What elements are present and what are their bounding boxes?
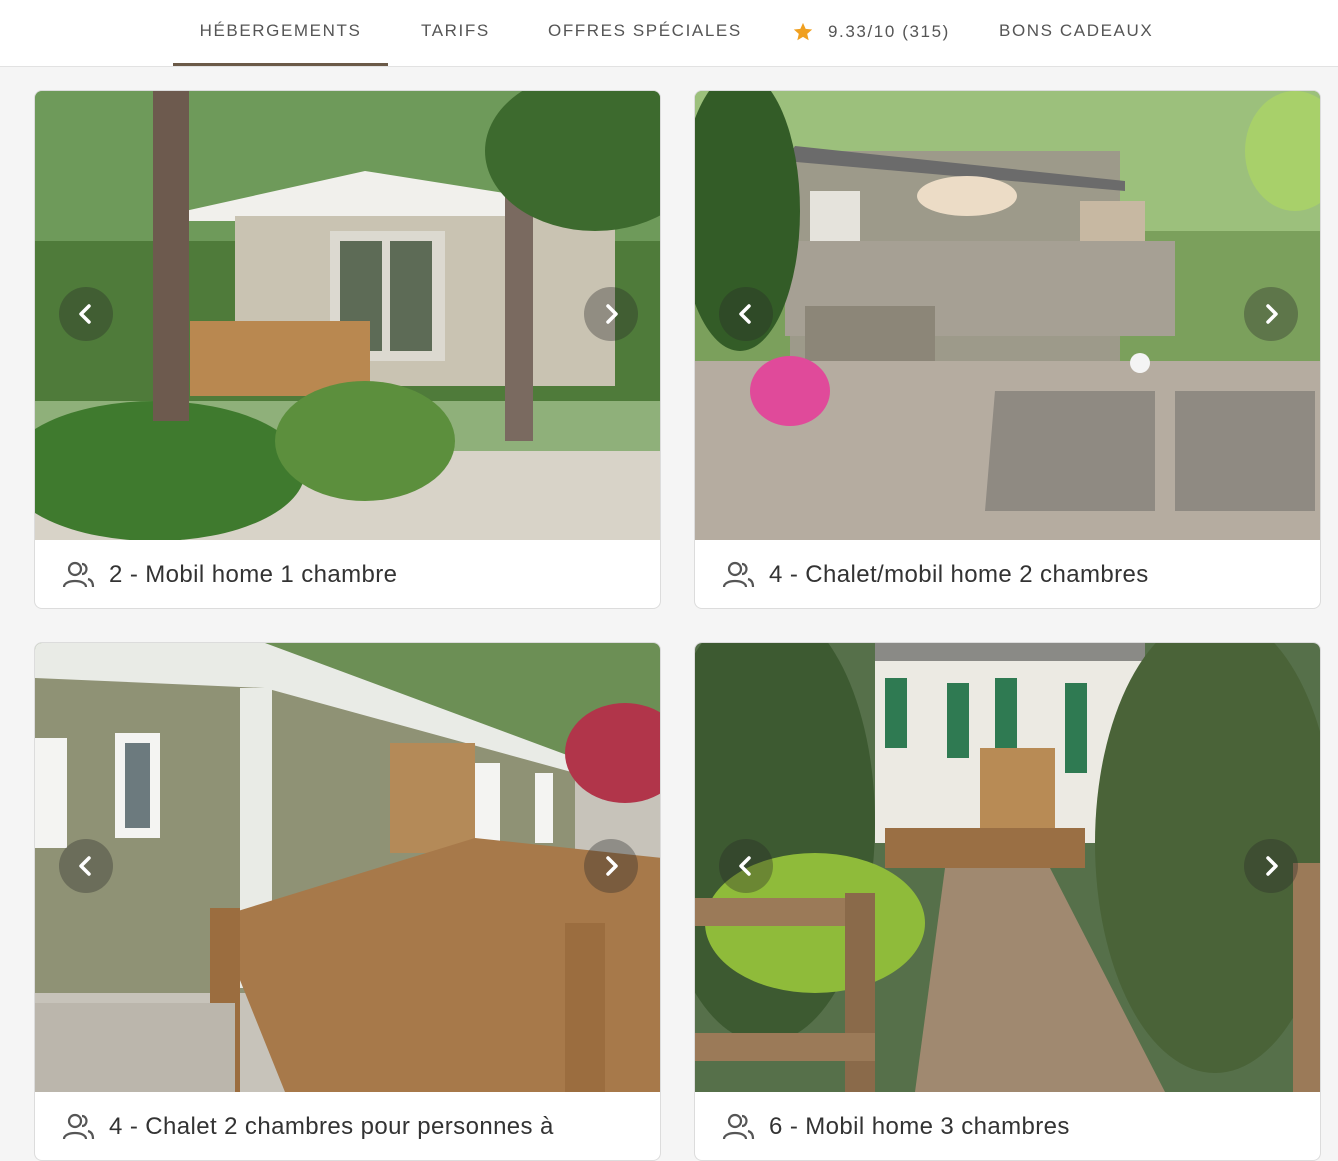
carousel-prev-button[interactable] bbox=[59, 287, 113, 341]
chevron-left-icon bbox=[739, 856, 751, 876]
card-title[interactable]: 2 - Mobil home 1 chambre bbox=[109, 561, 397, 589]
mobil-home-photo bbox=[695, 643, 1320, 1092]
rating-link[interactable]: 9.33/10 (315) bbox=[792, 0, 950, 63]
chevron-right-icon bbox=[606, 856, 618, 876]
people-icon bbox=[722, 561, 755, 588]
carousel-prev-button[interactable] bbox=[719, 287, 773, 341]
people-icon bbox=[62, 1113, 95, 1140]
card-caption: 4 - Chalet 2 chambres pour personnes à bbox=[35, 1092, 660, 1160]
chevron-left-icon bbox=[79, 856, 91, 876]
card-title[interactable]: 4 - Chalet/mobil home 2 chambres bbox=[769, 561, 1149, 589]
card-title[interactable]: 4 - Chalet 2 chambres pour personnes à bbox=[109, 1113, 554, 1141]
tab-offres-speciales[interactable]: OFFRES SPÉCIALES bbox=[548, 0, 742, 63]
accommodation-photo[interactable] bbox=[35, 643, 660, 1092]
people-icon bbox=[62, 561, 95, 588]
card-caption: 2 - Mobil home 1 chambre bbox=[35, 540, 660, 608]
accommodation-photo[interactable] bbox=[35, 91, 660, 540]
star-icon bbox=[793, 22, 813, 40]
tab-tarifs[interactable]: TARIFS bbox=[421, 0, 490, 63]
accommodation-card[interactable]: 6 - Mobil home 3 chambres bbox=[694, 642, 1321, 1161]
chevron-right-icon bbox=[606, 304, 618, 324]
chevron-left-icon bbox=[739, 304, 751, 324]
tab-hebergements[interactable]: HÉBERGEMENTS bbox=[173, 0, 388, 66]
accommodation-card[interactable]: 4 - Chalet 2 chambres pour personnes à bbox=[34, 642, 661, 1161]
carousel-next-button[interactable] bbox=[584, 287, 638, 341]
people-icon bbox=[722, 1113, 755, 1140]
mobil-home-photo bbox=[695, 91, 1320, 540]
chevron-left-icon bbox=[79, 304, 91, 324]
top-navigation: HÉBERGEMENTS TARIFS OFFRES SPÉCIALES 9.3… bbox=[0, 0, 1338, 67]
accommodation-card[interactable]: 2 - Mobil home 1 chambre bbox=[34, 90, 661, 609]
accommodation-card[interactable]: 4 - Chalet/mobil home 2 chambres bbox=[694, 90, 1321, 609]
card-caption: 6 - Mobil home 3 chambres bbox=[695, 1092, 1320, 1160]
carousel-next-button[interactable] bbox=[1244, 839, 1298, 893]
card-title[interactable]: 6 - Mobil home 3 chambres bbox=[769, 1113, 1070, 1141]
tab-bons-cadeaux[interactable]: BONS CADEAUX bbox=[999, 0, 1153, 63]
chalet-photo bbox=[35, 643, 660, 1092]
rating-text: 9.33/10 (315) bbox=[828, 21, 950, 41]
card-caption: 4 - Chalet/mobil home 2 chambres bbox=[695, 540, 1320, 608]
chevron-right-icon bbox=[1266, 856, 1278, 876]
carousel-prev-button[interactable] bbox=[59, 839, 113, 893]
accommodation-photo[interactable] bbox=[695, 91, 1320, 540]
carousel-prev-button[interactable] bbox=[719, 839, 773, 893]
carousel-next-button[interactable] bbox=[584, 839, 638, 893]
accommodation-photo[interactable] bbox=[695, 643, 1320, 1092]
mobil-home-photo bbox=[35, 91, 660, 540]
carousel-next-button[interactable] bbox=[1244, 287, 1298, 341]
chevron-right-icon bbox=[1266, 304, 1278, 324]
